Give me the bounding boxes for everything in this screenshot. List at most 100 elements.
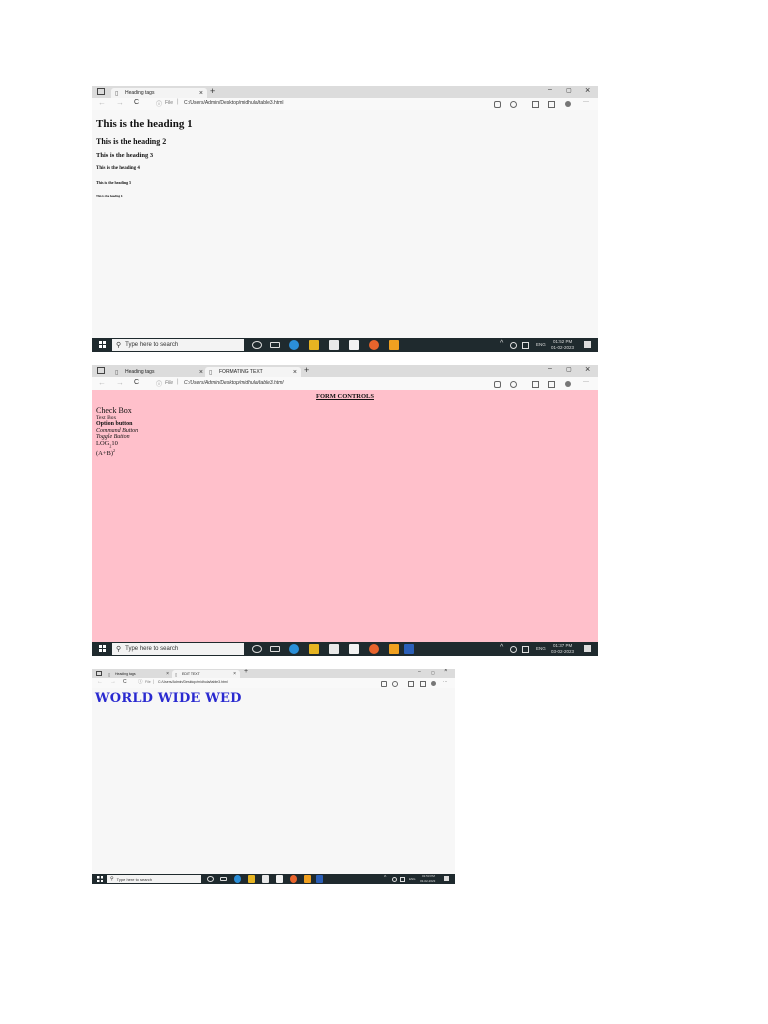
task-view-icon[interactable]: [270, 342, 280, 348]
close-window-icon[interactable]: ×: [585, 365, 590, 374]
profile-icon[interactable]: [565, 381, 571, 387]
tab-actions-icon[interactable]: [97, 367, 105, 374]
tray-date[interactable]: 01-02-2023: [551, 345, 574, 350]
favorites-icon[interactable]: [532, 381, 539, 388]
collections-icon[interactable]: [548, 381, 555, 388]
cortana-icon[interactable]: [252, 341, 262, 349]
extensions-icon[interactable]: [510, 381, 517, 388]
close-icon[interactable]: ×: [233, 670, 236, 678]
refresh-icon[interactable]: C: [134, 379, 139, 386]
file-explorer-icon[interactable]: [309, 340, 319, 350]
extensions-icon[interactable]: [510, 101, 517, 108]
more-icon[interactable]: ···: [443, 679, 448, 684]
collections-icon[interactable]: [548, 101, 555, 108]
close-icon[interactable]: ×: [166, 670, 169, 678]
store-icon[interactable]: [262, 875, 269, 883]
tray-network-icon[interactable]: [510, 646, 517, 653]
file-explorer-icon[interactable]: [248, 875, 255, 883]
minimize-icon[interactable]: –: [418, 669, 421, 675]
tray-chevron-icon[interactable]: ^: [500, 340, 503, 347]
notifications-icon[interactable]: [584, 645, 591, 652]
minimize-icon[interactable]: –: [548, 365, 552, 372]
close-icon[interactable]: ×: [293, 367, 297, 377]
tray-volume-icon[interactable]: [522, 342, 529, 349]
tray-network-icon[interactable]: [510, 342, 517, 349]
more-icon[interactable]: ···: [583, 99, 589, 105]
edge-icon[interactable]: [234, 875, 241, 883]
plus-icon[interactable]: +: [304, 365, 309, 375]
tray-volume-icon[interactable]: [400, 877, 405, 882]
close-icon[interactable]: ×: [199, 88, 203, 98]
task-view-icon[interactable]: [270, 646, 280, 652]
maximize-icon[interactable]: ▢: [566, 87, 572, 94]
app-icon[interactable]: [389, 340, 399, 350]
cortana-icon[interactable]: [207, 876, 214, 882]
taskbar-search[interactable]: ⚲ Type here to search: [107, 875, 201, 883]
tray-language[interactable]: ENG: [409, 877, 416, 881]
notifications-icon[interactable]: [444, 876, 449, 881]
windows-start-icon[interactable]: [97, 876, 103, 882]
refresh-icon[interactable]: C: [123, 679, 127, 685]
tab-actions-icon[interactable]: [97, 88, 105, 95]
tray-date[interactable]: 03-02-2023: [420, 879, 435, 883]
cortana-icon[interactable]: [252, 645, 262, 653]
maximize-icon[interactable]: ▢: [566, 366, 572, 373]
forward-arrow-icon[interactable]: →: [116, 378, 124, 387]
firefox-icon[interactable]: [290, 875, 297, 883]
read-aloud-icon[interactable]: [494, 101, 501, 108]
tray-time[interactable]: 01:52 PM: [553, 339, 572, 344]
refresh-icon[interactable]: C: [134, 99, 139, 106]
tray-date[interactable]: 03-02-2023: [551, 649, 574, 654]
windows-start-icon[interactable]: [99, 341, 106, 348]
extensions-icon[interactable]: [392, 681, 398, 687]
mail-icon[interactable]: [276, 875, 283, 883]
tray-time[interactable]: 01:37 PM: [553, 643, 572, 648]
profile-icon[interactable]: [431, 681, 436, 686]
store-icon[interactable]: [329, 644, 339, 654]
tray-language[interactable]: ENG: [536, 342, 546, 347]
edge-icon[interactable]: [289, 644, 299, 654]
file-explorer-icon[interactable]: [309, 644, 319, 654]
task-view-icon[interactable]: [220, 877, 227, 881]
firefox-icon[interactable]: [369, 340, 379, 350]
url-input[interactable]: C:/Users/Admin/Desktop/midhula/table3.ht…: [158, 680, 228, 684]
tab-heading-tags[interactable]: ▯ Heading tags ×: [105, 670, 173, 678]
favorites-icon[interactable]: [408, 681, 414, 687]
word-icon[interactable]: [316, 875, 323, 883]
mail-icon[interactable]: [349, 340, 359, 350]
tray-time[interactable]: 01:53 PM: [422, 874, 435, 878]
tray-chevron-icon[interactable]: ^: [500, 644, 503, 651]
app-icon[interactable]: [304, 875, 311, 883]
back-arrow-icon[interactable]: ←: [98, 378, 106, 387]
taskbar-search[interactable]: ⚲ Type here to search: [112, 339, 244, 351]
windows-start-icon[interactable]: [99, 645, 106, 652]
favorites-icon[interactable]: [532, 101, 539, 108]
back-arrow-icon[interactable]: ←: [97, 679, 103, 685]
tray-language[interactable]: ENG: [536, 646, 546, 651]
word-icon[interactable]: [404, 644, 414, 654]
collections-icon[interactable]: [420, 681, 426, 687]
minimize-icon[interactable]: –: [548, 86, 552, 93]
close-icon[interactable]: ×: [199, 367, 203, 377]
tab-heading-tags[interactable]: ▯ Heading tags ×: [111, 367, 207, 377]
forward-arrow-icon[interactable]: →: [110, 679, 116, 685]
plus-icon[interactable]: +: [210, 86, 215, 96]
tab-heading-tags[interactable]: ▯ Heading tags ×: [111, 88, 207, 98]
forward-arrow-icon[interactable]: →: [116, 98, 124, 107]
read-aloud-icon[interactable]: [381, 681, 387, 687]
url-input[interactable]: C:/Users/Admin/Desktop/midhula/table3.ht…: [184, 380, 284, 386]
close-window-icon[interactable]: ×: [585, 86, 590, 95]
tab-edit-text[interactable]: ▯ EDIT TEXT ×: [172, 670, 240, 678]
maximize-icon[interactable]: ▢: [431, 670, 435, 675]
firefox-icon[interactable]: [369, 644, 379, 654]
tab-formating-text[interactable]: ▯ FORMATING TEXT ×: [205, 367, 301, 377]
back-arrow-icon[interactable]: ←: [98, 98, 106, 107]
notifications-icon[interactable]: [584, 341, 591, 348]
plus-icon[interactable]: +: [244, 669, 248, 675]
close-window-icon[interactable]: ×: [444, 669, 448, 674]
tab-actions-icon[interactable]: [96, 671, 102, 676]
profile-icon[interactable]: [565, 101, 571, 107]
edge-icon[interactable]: [289, 340, 299, 350]
app-icon[interactable]: [389, 644, 399, 654]
store-icon[interactable]: [329, 340, 339, 350]
